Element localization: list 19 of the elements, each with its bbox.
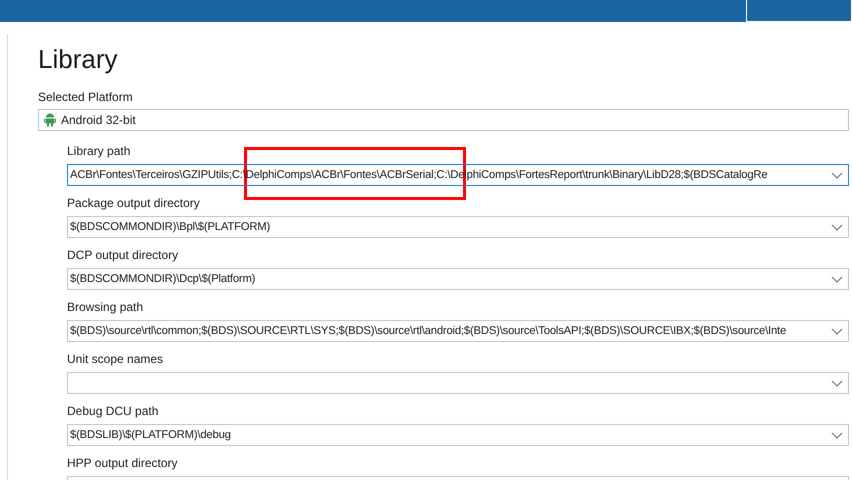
field-label: Debug DCU path — [67, 403, 160, 419]
path-combobox[interactable]: $(BDSCOMMONDIR)\Dcp\$(Platform) — [67, 268, 849, 290]
path-combobox[interactable]: $(BDSCOMMONDIR)\Bpl\$(PLATFORM) — [67, 216, 849, 238]
field-label: DCP output directory — [67, 247, 180, 263]
field-label: Browsing path — [67, 299, 144, 315]
path-value: $(BDSLIB)\$(PLATFORM)\debug — [70, 428, 231, 443]
platform-label: Selected Platform — [38, 89, 134, 105]
field-label: Unit scope names — [67, 351, 164, 367]
page-title: Library — [38, 43, 118, 75]
path-value: $(BDS)\source\rtl\common;$(BDS)\SOURCE\RTL\SYS;$(BDS)\source\rtl\android;$(BDS)\source\ToolsAPI;$(BDS)\SOURCE\IBX;$(BDS)\source\Inte — [70, 324, 786, 339]
path-combobox[interactable]: $(BDSLIB)\$(PLATFORM)\debug — [67, 424, 849, 446]
platform-dropdown[interactable]: Android 32-bit — [38, 109, 849, 131]
platform-value: Android 32-bit — [61, 112, 136, 129]
path-value: $(BDSCOMMONDIR)\Bpl\$(PLATFORM) — [70, 220, 270, 235]
path-combobox[interactable]: $(BDS)\source\rtl\common;$(BDS)\SOURCE\RTL\SYS;$(BDS)\source\rtl\android;$(BDS)\source\ToolsAPI;$(BDS)\SOURCE\IBX;$(BDS)\source\Inte — [67, 320, 849, 342]
field-label: Library path — [67, 143, 132, 159]
path-value: $(BDSCOMMONDIR)\Dcp\$(Platform) — [70, 272, 256, 287]
field-label: HPP output directory — [67, 455, 179, 471]
field-label: Package output directory — [67, 195, 201, 211]
